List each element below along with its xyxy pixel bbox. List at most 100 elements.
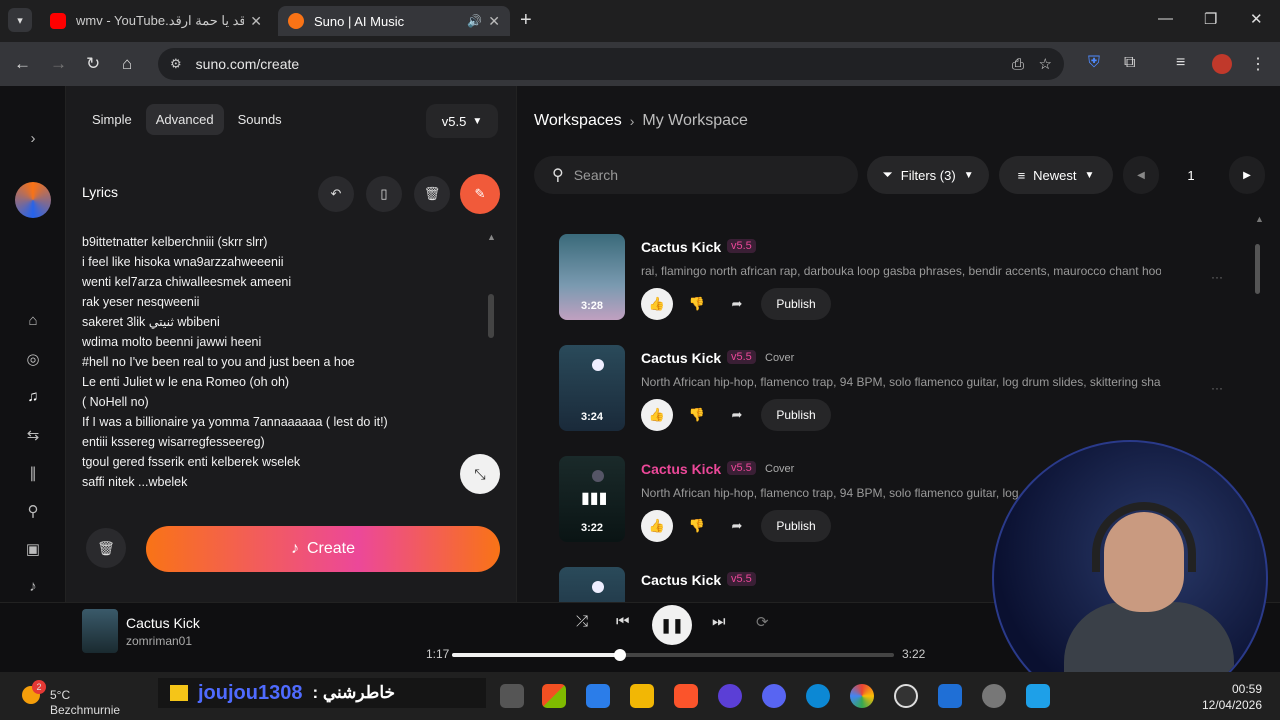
publish-button[interactable]: Publish	[761, 399, 831, 431]
app-icon[interactable]	[718, 684, 742, 708]
song-title[interactable]: Cactus Kick	[641, 239, 721, 255]
dislike-button[interactable]: 👎	[681, 399, 713, 431]
restore-icon[interactable]: ❐	[1204, 10, 1217, 28]
notifications-bell-icon[interactable]: ♪	[24, 578, 42, 595]
publish-button[interactable]: Publish	[761, 510, 831, 542]
extensions-puzzle-icon[interactable]: ⧉	[1124, 54, 1135, 72]
model-version-select[interactable]: v5.5 ▼	[426, 104, 498, 138]
photos-icon[interactable]	[1026, 684, 1050, 708]
song-title[interactable]: Cactus Kick	[641, 350, 721, 366]
lyrics-scrollbar[interactable]	[488, 294, 494, 338]
undo-button[interactable]: ↶	[318, 176, 354, 212]
tab-sounds[interactable]: Sounds	[228, 104, 292, 135]
clear-lyrics-button[interactable]: 🗑	[414, 176, 450, 212]
song-row[interactable]: 3:24 Cactus Kick v5.5 Cover North Africa…	[559, 345, 1223, 445]
repeat-icon[interactable]: ⟳	[756, 613, 769, 631]
expand-lyrics-button[interactable]: ⤡	[460, 454, 500, 494]
close-tab-icon[interactable]: ✕	[250, 13, 262, 30]
create-button[interactable]: ♪ Create	[146, 526, 500, 572]
suno-logo[interactable]	[15, 182, 51, 218]
file-explorer-icon[interactable]	[630, 684, 654, 708]
hooks-icon[interactable]: ▣	[24, 540, 42, 558]
publish-button[interactable]: Publish	[761, 288, 831, 320]
create-music-icon[interactable]: ♫	[24, 388, 42, 405]
discord-icon[interactable]	[762, 684, 786, 708]
search-icon[interactable]: ⚲	[24, 502, 42, 520]
share-button[interactable]: ➦	[721, 399, 753, 431]
shuffle-icon[interactable]: ⤮	[576, 613, 588, 630]
magic-lyrics-button[interactable]: ✎	[460, 174, 500, 214]
expand-sidebar-icon[interactable]: ›	[24, 130, 42, 147]
tab-advanced[interactable]: Advanced	[145, 104, 224, 135]
filters-button[interactable]: ⏷ Filters (3) ▼	[867, 156, 989, 194]
breadcrumb-current[interactable]: My Workspace	[642, 112, 748, 130]
system-clock[interactable]: 00:59 12/04/2026	[1202, 681, 1262, 713]
home-icon[interactable]: ⌂	[122, 54, 132, 74]
scroll-up-arrow-icon[interactable]: ▲	[1255, 214, 1264, 224]
more-options-icon[interactable]: ···	[1211, 270, 1223, 284]
task-view-icon[interactable]	[500, 684, 524, 708]
edge-icon[interactable]	[806, 684, 830, 708]
clear-all-button[interactable]: 🗑	[86, 528, 126, 568]
app-icon[interactable]	[586, 684, 610, 708]
like-button[interactable]: 👍	[641, 399, 673, 431]
explore-icon[interactable]: ◎	[24, 350, 42, 368]
like-button[interactable]: 👍	[641, 288, 673, 320]
back-icon[interactable]: ←	[14, 54, 31, 74]
share-button[interactable]: ➦	[721, 288, 753, 320]
library-icon[interactable]: ∥	[24, 464, 42, 482]
new-tab-button[interactable]: +	[520, 9, 532, 32]
chrome-icon[interactable]	[850, 684, 874, 708]
speaker-icon[interactable]: 🔊	[467, 14, 482, 28]
profile-avatar[interactable]	[1212, 54, 1232, 74]
next-track-icon[interactable]: ⏭	[712, 613, 726, 630]
minimize-icon[interactable]: —	[1158, 10, 1173, 27]
song-row[interactable]: 3:28 Cactus Kick v5.5 rai, flamingo nort…	[559, 234, 1223, 334]
store-icon[interactable]	[542, 684, 566, 708]
save-lyrics-button[interactable]: ▯	[366, 176, 402, 212]
media-control-icon[interactable]: ≡	[1176, 54, 1185, 72]
now-playing-artist[interactable]: zomriman01	[126, 634, 192, 648]
forward-icon[interactable]: →	[50, 54, 67, 74]
close-window-icon[interactable]: ✕	[1250, 10, 1263, 28]
song-cover-art[interactable]: 3:28	[559, 234, 625, 320]
song-cover-art[interactable]	[559, 567, 625, 602]
song-list-scrollbar[interactable]	[1255, 244, 1260, 294]
progress-knob[interactable]	[613, 649, 626, 661]
reload-icon[interactable]: ↻	[86, 54, 100, 74]
song-cover-art[interactable]: 3:24	[559, 345, 625, 431]
settings-gear-icon[interactable]	[982, 684, 1006, 708]
dislike-button[interactable]: 👎	[681, 510, 713, 542]
song-title[interactable]: Cactus Kick	[641, 461, 721, 477]
like-button[interactable]: 👍	[641, 510, 673, 542]
dislike-button[interactable]: 👎	[681, 288, 713, 320]
extension-shield-icon[interactable]: ⛨	[1088, 54, 1100, 72]
install-app-icon[interactable]: ⎙	[1012, 56, 1024, 73]
previous-page-button[interactable]: ◀	[1123, 156, 1159, 194]
search-input[interactable]: ⚲ Search	[534, 156, 858, 194]
tab-simple[interactable]: Simple	[82, 104, 142, 135]
next-page-button[interactable]: ▶	[1229, 156, 1265, 194]
site-info-icon[interactable]: ⚙	[170, 56, 182, 72]
previous-track-icon[interactable]: ⏮	[616, 613, 630, 630]
progress-bar[interactable]	[452, 649, 894, 661]
brave-browser-icon[interactable]	[674, 684, 698, 708]
bookmark-star-icon[interactable]: ☆	[1039, 55, 1052, 73]
close-tab-icon[interactable]: ✕	[488, 13, 500, 30]
tab-search-button[interactable]: ▾	[8, 8, 32, 32]
address-bar[interactable]: ⚙ suno.com/create ⎙ ☆	[158, 48, 1064, 80]
tab-youtube[interactable]: wmv - YouTube.ارقد يا حمة ارقد ✕	[40, 6, 272, 36]
home-icon[interactable]: ⌂	[24, 312, 42, 329]
more-options-icon[interactable]: ···	[1211, 381, 1223, 395]
pause-button[interactable]: ❚❚	[652, 605, 692, 645]
sort-button[interactable]: ≡ Newest ▼	[999, 156, 1113, 194]
now-playing-art[interactable]	[82, 609, 118, 653]
app-icon[interactable]	[938, 684, 962, 708]
song-cover-art[interactable]: ▮▮▮ 3:22	[559, 456, 625, 542]
breadcrumb-workspaces[interactable]: Workspaces	[534, 112, 622, 130]
scroll-up-arrow-icon[interactable]: ▲	[487, 232, 496, 242]
now-playing-title[interactable]: Cactus Kick	[126, 615, 200, 631]
share-button[interactable]: ➦	[721, 510, 753, 542]
obs-icon[interactable]	[894, 684, 918, 708]
lyrics-textarea[interactable]: b9ittetnatter kelberchniii (skrr slrr) i…	[82, 232, 486, 492]
